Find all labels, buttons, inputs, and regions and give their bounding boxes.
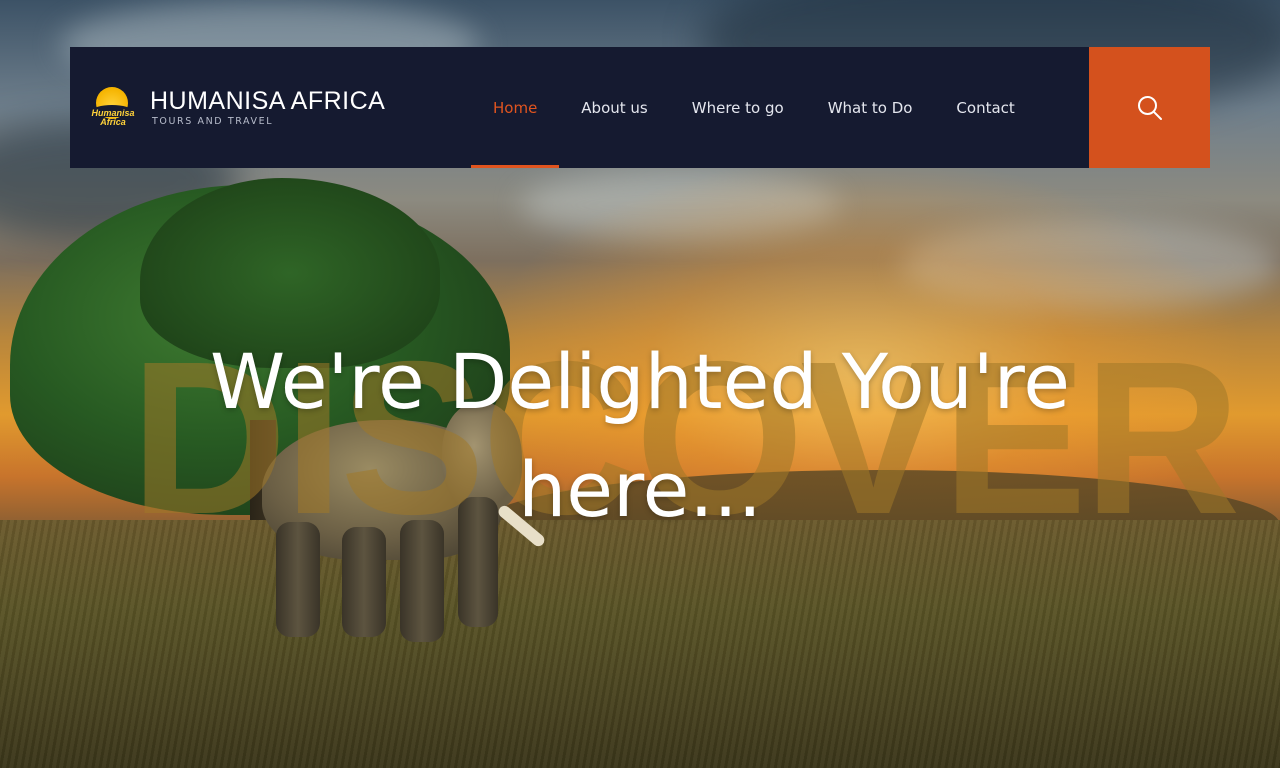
nav-item-contact[interactable]: Contact <box>934 47 1036 168</box>
nav-item-what-to-do[interactable]: What to Do <box>806 47 935 168</box>
hero-headline: We're Delighted You're here... <box>0 328 1280 544</box>
nav-item-about-us[interactable]: About us <box>559 47 669 168</box>
brand[interactable]: Humanisa Africa HUMANISA AFRICA TOURS AN… <box>70 47 470 168</box>
main-nav: Home About us Where to go What to Do Con… <box>471 47 1037 168</box>
search-button[interactable] <box>1089 47 1210 168</box>
nav-item-where-to-go[interactable]: Where to go <box>670 47 806 168</box>
site-header: Humanisa Africa HUMANISA AFRICA TOURS AN… <box>70 47 1210 168</box>
search-icon <box>1137 95 1162 120</box>
logo[interactable]: Humanisa Africa <box>88 86 138 129</box>
logo-text: Humanisa Africa <box>91 107 135 127</box>
hero-headline-line1: We're Delighted You're <box>210 337 1070 426</box>
nav-item-home[interactable]: Home <box>471 47 560 168</box>
brand-tagline: TOURS AND TRAVEL <box>152 116 274 127</box>
hero-headline-line2: here... <box>518 445 762 534</box>
brand-name: HUMANISA AFRICA <box>150 87 386 115</box>
